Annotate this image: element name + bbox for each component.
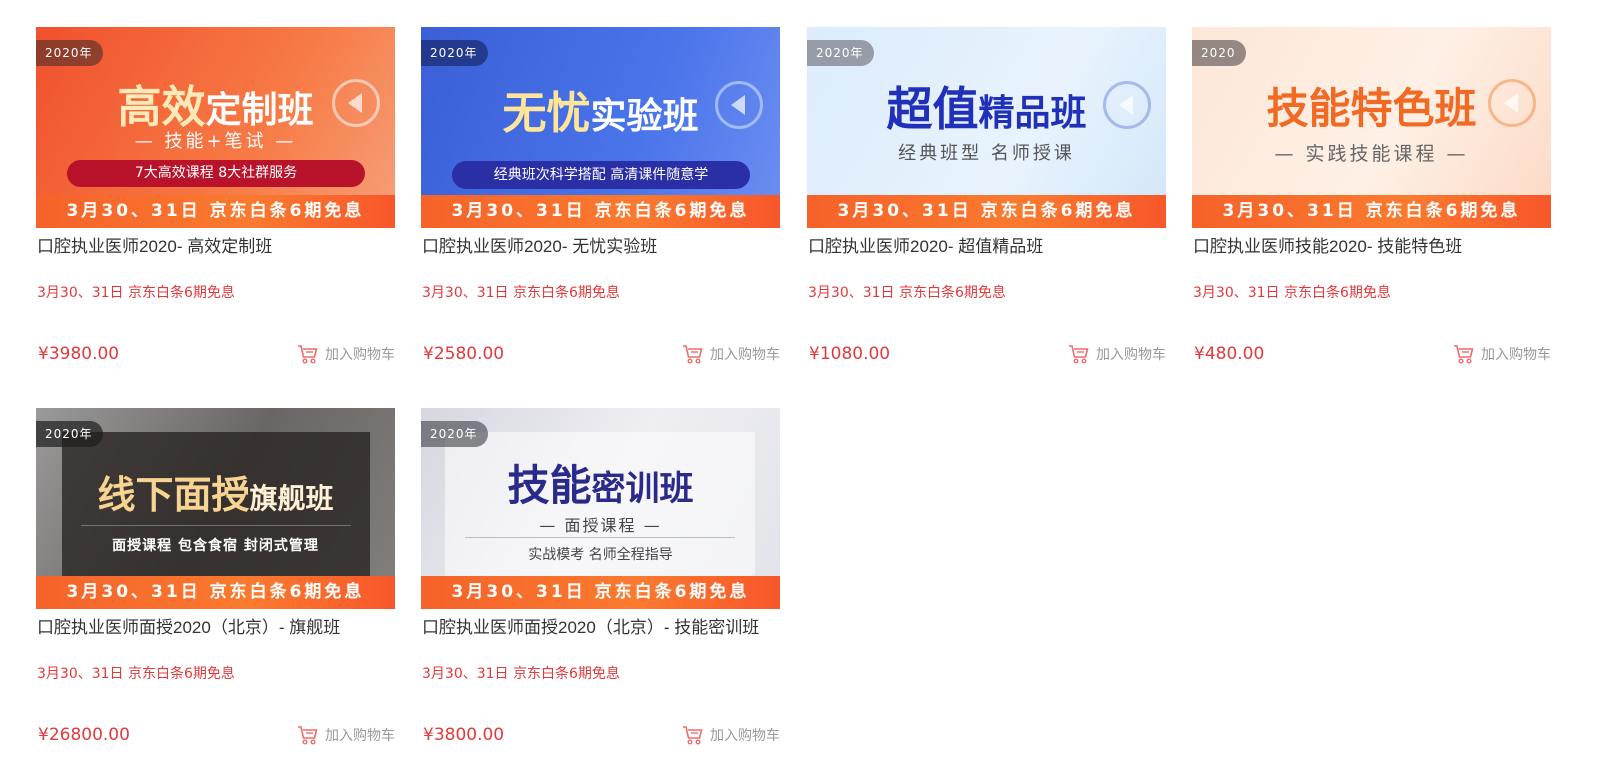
shopping-cart-icon — [682, 343, 704, 365]
banner-subtitle: 面授课程 包含食宿 封闭式管理 — [112, 538, 319, 554]
banner-headline: 线下面授旗舰班 — [97, 473, 334, 517]
product-price: ¥1080.00 — [809, 344, 891, 364]
promo-text: 3月30、31日 京东白条6期免息 — [808, 285, 1006, 301]
add-to-cart-label: 加入购物车 — [1481, 347, 1551, 363]
banner-subtitle: 经典班型 名师授课 — [898, 143, 1075, 164]
play-logo-icon — [332, 79, 380, 127]
banner-divider — [465, 537, 735, 538]
product-price: ¥26800.00 — [38, 725, 130, 745]
product-price: ¥480.00 — [1194, 344, 1265, 364]
product-grid: 2020年 高效定制班 — 技能+笔试 — 7大高效课程 8大社群服务 3月30… — [0, 0, 1599, 772]
banner-pill: 7大高效课程 8大社群服务 — [67, 160, 365, 187]
promo-text: 3月30、31日 京东白条6期免息 — [422, 666, 620, 682]
promo-text: 3月30、31日 京东白条6期免息 — [37, 666, 235, 682]
product-banner[interactable]: 2020年 无忧实验班 经典班次科学搭配 高清课件随意学 3月30、31日 京东… — [421, 27, 780, 228]
shopping-cart-icon — [1453, 343, 1475, 365]
product-title[interactable]: 口腔执业医师面授2020（北京）- 旗舰班 — [37, 617, 395, 638]
banner-promo: 3月30、31日 京东白条6期免息 — [807, 195, 1166, 228]
product-banner[interactable]: 2020年 高效定制班 — 技能+笔试 — 7大高效课程 8大社群服务 3月30… — [36, 27, 395, 228]
banner-pill: 经典班次科学搭配 高清课件随意学 — [452, 161, 750, 189]
add-to-cart-label: 加入购物车 — [710, 347, 780, 363]
banner-promo: 3月30、31日 京东白条6期免息 — [36, 576, 395, 609]
shopping-cart-icon — [297, 724, 319, 746]
banner-headline: 技能密训班 — [507, 461, 694, 510]
product-card[interactable]: 2020 技能特色班 — 实践技能课程 — 3月30、31日 京东白条6期免息 … — [1192, 27, 1551, 392]
product-banner[interactable]: 2020年 超值精品班 经典班型 名师授课 3月30、31日 京东白条6期免息 — [807, 27, 1166, 228]
banner-subtitle: — 实践技能课程 — — [1274, 143, 1469, 165]
play-logo-icon — [1488, 79, 1536, 127]
promo-text: 3月30、31日 京东白条6期免息 — [422, 285, 620, 301]
banner-subtitle: — 技能+笔试 — — [134, 131, 297, 152]
product-price: ¥3800.00 — [423, 725, 505, 745]
add-to-cart-label: 加入购物车 — [325, 728, 395, 744]
promo-text: 3月30、31日 京东白条6期免息 — [1193, 285, 1391, 301]
add-to-cart-label: 加入购物车 — [325, 347, 395, 363]
product-title[interactable]: 口腔执业医师2020- 高效定制班 — [37, 236, 395, 257]
add-to-cart-button[interactable]: 加入购物车 — [682, 343, 780, 365]
product-banner[interactable]: 2020 技能特色班 — 实践技能课程 — 3月30、31日 京东白条6期免息 — [1192, 27, 1551, 228]
year-badge: 2020年 — [807, 40, 874, 66]
product-price: ¥3980.00 — [38, 344, 120, 364]
add-to-cart-label: 加入购物车 — [710, 728, 780, 744]
add-to-cart-button[interactable]: 加入购物车 — [1453, 343, 1551, 365]
year-badge: 2020年 — [421, 40, 488, 66]
product-price: ¥2580.00 — [423, 344, 505, 364]
banner-promo: 3月30、31日 京东白条6期免息 — [36, 195, 395, 228]
add-to-cart-button[interactable]: 加入购物车 — [297, 724, 395, 746]
play-logo-icon — [1103, 81, 1151, 129]
add-to-cart-label: 加入购物车 — [1096, 347, 1166, 363]
product-card[interactable]: 2020年 超值精品班 经典班型 名师授课 3月30、31日 京东白条6期免息 … — [807, 27, 1166, 392]
year-badge: 2020年 — [36, 421, 103, 447]
product-card[interactable]: 2020年 高效定制班 — 技能+笔试 — 7大高效课程 8大社群服务 3月30… — [36, 27, 395, 392]
shopping-cart-icon — [1068, 343, 1090, 365]
banner-promo: 3月30、31日 京东白条6期免息 — [421, 195, 780, 228]
product-title[interactable]: 口腔执业医师2020- 无忧实验班 — [422, 236, 780, 257]
product-banner[interactable]: 2020年 技能密训班 — 面授课程 — 实战模考 名师全程指导 3月30、31… — [421, 408, 780, 609]
banner-promo: 3月30、31日 京东白条6期免息 — [1192, 195, 1551, 228]
product-title[interactable]: 口腔执业医师2020- 超值精品班 — [808, 236, 1166, 257]
product-card[interactable]: 2020年 线下面授旗舰班 面授课程 包含食宿 封闭式管理 3月30、31日 京… — [36, 408, 395, 773]
shopping-cart-icon — [682, 724, 704, 746]
product-card[interactable]: 2020年 技能密训班 — 面授课程 — 实战模考 名师全程指导 3月30、31… — [421, 408, 780, 773]
play-logo-icon — [715, 81, 763, 129]
banner-promo: 3月30、31日 京东白条6期免息 — [421, 576, 780, 609]
promo-text: 3月30、31日 京东白条6期免息 — [37, 285, 235, 301]
banner-pill: 实战模考 名师全程指导 — [528, 547, 673, 563]
year-badge: 2020年 — [421, 421, 488, 447]
add-to-cart-button[interactable]: 加入购物车 — [297, 343, 395, 365]
add-to-cart-button[interactable]: 加入购物车 — [1068, 343, 1166, 365]
shopping-cart-icon — [297, 343, 319, 365]
product-title[interactable]: 口腔执业医师面授2020（北京）- 技能密训班 — [422, 617, 780, 638]
year-badge: 2020年 — [36, 40, 103, 66]
product-card[interactable]: 2020年 无忧实验班 经典班次科学搭配 高清课件随意学 3月30、31日 京东… — [421, 27, 780, 392]
product-title[interactable]: 口腔执业医师技能2020- 技能特色班 — [1193, 236, 1551, 257]
banner-divider — [81, 525, 351, 526]
add-to-cart-button[interactable]: 加入购物车 — [682, 724, 780, 746]
year-badge: 2020 — [1192, 40, 1246, 66]
product-banner[interactable]: 2020年 线下面授旗舰班 面授课程 包含食宿 封闭式管理 3月30、31日 京… — [36, 408, 395, 609]
banner-subtitle: — 面授课程 — — [539, 516, 662, 535]
